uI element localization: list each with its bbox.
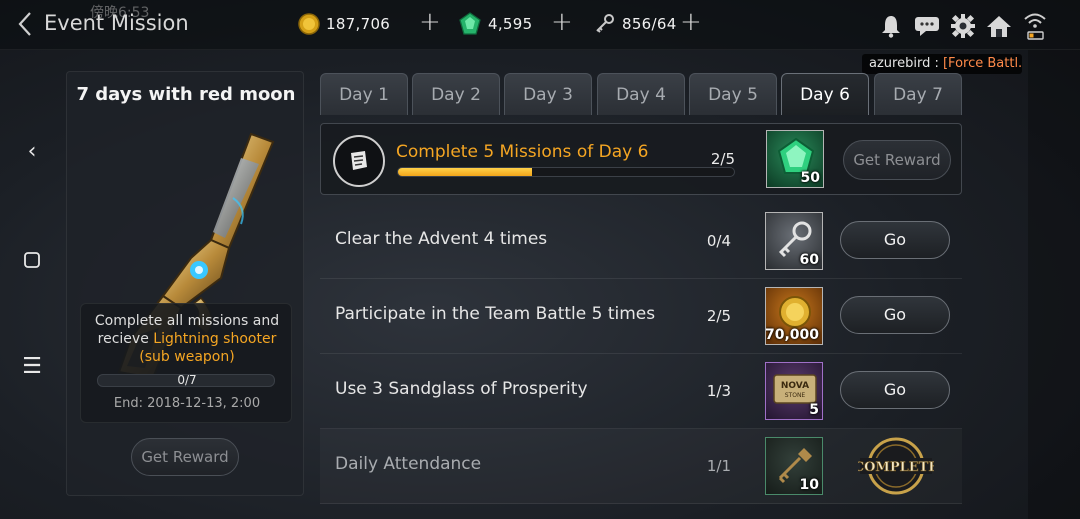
chat-separator: : xyxy=(930,56,943,71)
complete-label: COMPLETE xyxy=(858,460,934,475)
mission-row: Clear the Advent 4 times 0/4 60 Go xyxy=(320,204,962,279)
reward-quantity: 60 xyxy=(799,252,819,268)
tab-day-1[interactable]: Day 1 xyxy=(320,73,408,115)
add-keys-button[interactable]: + xyxy=(680,9,702,35)
tab-day-6[interactable]: Day 6 xyxy=(781,73,869,115)
right-edge-shade xyxy=(1028,50,1080,519)
tab-day-7[interactable]: Day 7 xyxy=(874,73,962,115)
back-arrow-icon[interactable] xyxy=(14,10,38,38)
main-mission-title: Complete 5 Missions of Day 6 xyxy=(396,142,649,162)
chat-user: azurebird xyxy=(869,56,931,71)
add-gold-button[interactable]: + xyxy=(419,9,441,35)
gem-counter: 4,595 xyxy=(458,12,532,36)
mission-row: Participate in the Team Battle 5 times 2… xyxy=(320,279,962,354)
go-button[interactable]: Go xyxy=(840,296,950,334)
wifi-battery-icon xyxy=(1020,11,1050,41)
gem-reward-item[interactable]: 50 xyxy=(766,130,824,188)
tab-day-4[interactable]: Day 4 xyxy=(597,73,685,115)
home-icon[interactable] xyxy=(984,11,1014,41)
system-nav: ‹ ☰ xyxy=(0,50,62,519)
event-title: 7 days with red moon xyxy=(76,84,296,105)
scroll-icon xyxy=(333,135,385,187)
chat-icon[interactable] xyxy=(912,11,942,41)
main-mission-progress-fill xyxy=(398,168,533,176)
main-mission-count: 2/5 xyxy=(710,150,735,168)
system-home-icon[interactable] xyxy=(20,248,44,272)
system-back-icon[interactable]: ‹ xyxy=(20,140,44,164)
page-title: Event Mission xyxy=(44,11,189,35)
mission-count: 0/4 xyxy=(706,232,731,250)
gold-coin-icon xyxy=(298,13,320,35)
mission-count: 2/5 xyxy=(706,307,731,325)
reward-quantity: 70,000 xyxy=(765,327,819,343)
key-reward-item[interactable]: 60 xyxy=(765,212,823,270)
gear-icon[interactable] xyxy=(948,11,978,41)
go-button[interactable]: Go xyxy=(840,221,950,259)
gem-icon xyxy=(459,12,481,35)
bell-icon[interactable] xyxy=(876,11,906,41)
mission-label: Daily Attendance xyxy=(335,454,482,474)
mission-row: Use 3 Sandglass of Prosperity 1/3 NOVA S… xyxy=(320,354,962,429)
mission-row-completed: Daily Attendance 1/1 10 COMPLETE xyxy=(320,429,962,504)
reward-quantity: 5 xyxy=(809,402,819,418)
nova-sub-label: STONE xyxy=(785,392,806,399)
gold-value: 187,706 xyxy=(326,15,391,33)
main-get-reward-button[interactable]: Get Reward xyxy=(843,140,951,180)
chat-message: [Force Battl... xyxy=(942,56,1022,71)
go-button[interactable]: Go xyxy=(840,371,950,409)
nova-label: NOVA xyxy=(781,381,809,391)
system-menu-icon[interactable]: ☰ xyxy=(20,355,44,379)
event-progress-text: 0/7 xyxy=(177,373,197,387)
key-icon xyxy=(596,14,614,33)
tab-day-3[interactable]: Day 3 xyxy=(504,73,592,115)
day-tabs: Day 1 Day 2 Day 3 Day 4 Day 5 Day 6 Day … xyxy=(320,73,965,115)
header-icons xyxy=(876,6,1050,46)
mission-count: 1/1 xyxy=(706,457,731,475)
mission-label: Participate in the Team Battle 5 times xyxy=(335,304,656,324)
mission-label: Clear the Advent 4 times xyxy=(335,229,548,249)
reward-info-box: Complete all missions and recieve Lightn… xyxy=(80,303,292,423)
tab-day-2[interactable]: Day 2 xyxy=(412,73,500,115)
add-gems-button[interactable]: + xyxy=(551,9,573,35)
reward-quantity: 50 xyxy=(800,170,820,186)
reward-description: Complete all missions and recieve Lightn… xyxy=(85,312,289,366)
gem-value: 4,595 xyxy=(488,15,533,33)
chat-ticker[interactable]: azurebird : [Force Battl... xyxy=(862,54,1022,74)
mission-count: 1/3 xyxy=(706,382,731,400)
nova-stone-reward-item[interactable]: NOVA STONE 5 xyxy=(765,362,823,420)
event-reward-panel: 7 days with red moon Complete all missio… xyxy=(66,71,304,496)
top-bar: 傍晚6:53 Event Mission 187,706 + 4,595 + 8… xyxy=(0,0,1080,50)
mission-label: Use 3 Sandglass of Prosperity xyxy=(335,379,588,399)
key-counter: 856/64 xyxy=(594,12,677,36)
event-end-date: End: 2018-12-13, 2:00 xyxy=(113,396,261,411)
tab-day-5[interactable]: Day 5 xyxy=(689,73,777,115)
key-reward-item[interactable]: 10 xyxy=(765,437,823,495)
reward-item-name: Lightning shooter (sub weapon) xyxy=(139,331,277,365)
event-get-reward-button[interactable]: Get Reward xyxy=(131,438,239,476)
complete-badge-icon: COMPLETE xyxy=(858,437,934,495)
main-mission-row: Complete 5 Missions of Day 6 2/5 50 Get … xyxy=(320,123,962,195)
main-mission-progress-bar xyxy=(397,167,735,177)
key-value: 856/64 xyxy=(622,15,677,33)
gold-reward-item[interactable]: 70,000 xyxy=(765,287,823,345)
reward-quantity: 10 xyxy=(799,477,819,493)
gold-counter: 187,706 xyxy=(298,12,390,36)
mission-list: Complete 5 Missions of Day 6 2/5 50 Get … xyxy=(320,115,965,519)
